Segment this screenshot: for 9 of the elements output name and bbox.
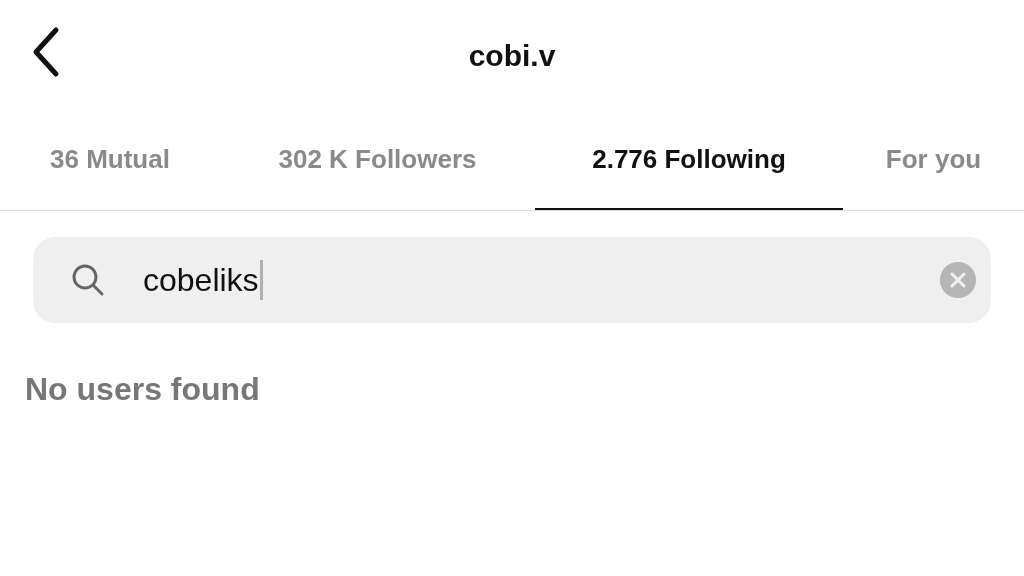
text-cursor xyxy=(259,260,263,300)
tab[interactable]: For you xyxy=(843,110,1024,210)
empty-message: No users found xyxy=(25,371,261,408)
profile-title: cobi.v xyxy=(468,39,556,73)
search-field[interactable]: cobeliks xyxy=(33,237,991,323)
tab[interactable]: 302 K Followers xyxy=(220,110,535,210)
tab[interactable]: 2.776 Following xyxy=(535,110,843,210)
search-icon xyxy=(71,263,105,297)
tab[interactable]: 36 Mutual xyxy=(0,110,220,210)
